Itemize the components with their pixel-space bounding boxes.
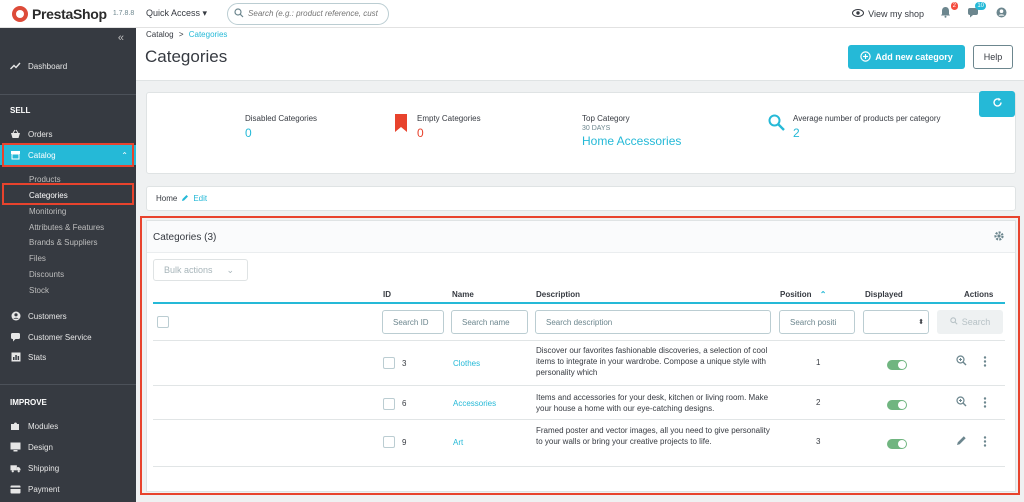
refresh-kpi-button[interactable]	[979, 91, 1015, 117]
kpi-label: Empty Categories	[417, 114, 481, 123]
edit-home-link[interactable]: Edit	[193, 194, 207, 203]
plus-circle-icon	[860, 50, 871, 64]
home-category-label: Home	[156, 194, 178, 203]
shopping-basket-icon	[10, 129, 21, 140]
kpi-average-products[interactable]: Average number of products per category …	[768, 114, 941, 140]
quick-access-dropdown[interactable]: Quick Access ▾	[146, 8, 207, 19]
logo-text: PrestaShop	[32, 5, 107, 22]
pencil-icon[interactable]	[181, 194, 189, 204]
user-avatar-icon	[996, 7, 1007, 21]
orders-count-badge: 2	[950, 1, 958, 10]
prestashop-logo-icon	[12, 5, 28, 22]
sidebar-item-design[interactable]: Design	[0, 438, 136, 456]
kpi-value: 0	[417, 126, 424, 140]
breadcrumb: Catalog > Categories	[146, 30, 227, 39]
sidebar-section-improve: IMPROVE	[10, 398, 47, 407]
kpi-value: 2	[793, 126, 800, 140]
sidebar-item-dashboard[interactable]: Dashboard	[0, 57, 136, 75]
page-title: Categories	[145, 47, 228, 66]
account-menu[interactable]	[994, 7, 1008, 21]
sidebar-label-customers: Customers	[28, 311, 67, 321]
categories-highlight-box	[2, 183, 134, 205]
breadcrumb-separator: >	[178, 30, 184, 39]
sidebar-item-customer-service[interactable]: Customer Service	[0, 328, 136, 346]
version-label: 1.7.8.8	[112, 10, 135, 17]
top-header: PrestaShop 1.7.8.8 Quick Access ▾ View m…	[0, 0, 1024, 28]
sidebar-item-modules[interactable]: Modules	[0, 417, 136, 435]
trending-up-icon	[10, 61, 21, 72]
customers-notification[interactable]: 10	[966, 1, 986, 21]
bar-chart-icon	[10, 352, 21, 363]
sidebar-subitem-stock[interactable]: Stock	[29, 286, 49, 295]
sidebar-label-dashboard: Dashboard	[28, 61, 68, 71]
breadcrumb-categories[interactable]: Categories	[189, 30, 228, 39]
orders-notification[interactable]: 2	[938, 1, 958, 21]
sidebar-subitem-files[interactable]: Files	[29, 254, 46, 263]
sidebar-label-customer-service: Customer Service	[28, 332, 92, 342]
desktop-icon	[10, 442, 21, 453]
sidebar-subitem-discounts[interactable]: Discounts	[29, 270, 64, 279]
sidebar-subitem-monitoring[interactable]: Monitoring	[29, 207, 66, 216]
collapse-sidebar-icon[interactable]: «	[118, 32, 124, 44]
user-circle-icon	[10, 311, 21, 322]
kpi-top-category[interactable]: Top Category 30 DAYS Home Accessories	[582, 114, 681, 148]
kpi-disabled-categories[interactable]: Disabled Categories 0	[245, 114, 317, 140]
kpi-empty-categories[interactable]: Empty Categories 0	[395, 114, 481, 140]
chat-bubble-icon	[10, 332, 21, 343]
search-input[interactable]	[248, 9, 379, 18]
kpi-value: Home Accessories	[582, 134, 682, 148]
kpi-bar: Disabled Categories 0 Empty Categories 0…	[146, 92, 1016, 174]
breadcrumb-catalog[interactable]: Catalog	[146, 30, 174, 39]
refresh-icon	[992, 97, 1003, 111]
sidebar-label-stats: Stats	[28, 352, 47, 362]
sidebar-item-orders[interactable]: Orders	[0, 125, 136, 143]
sidebar-label-shipping: Shipping	[28, 463, 60, 473]
sidebar-divider	[0, 94, 136, 95]
magnifier-icon	[768, 114, 785, 140]
sidebar-item-stats[interactable]: Stats	[0, 348, 136, 366]
view-my-shop-link[interactable]: View my shop	[852, 8, 924, 19]
prestashop-logo[interactable]: PrestaShop 1.7.8.8	[0, 5, 140, 22]
bookmark-icon	[395, 114, 407, 140]
sidebar-label-payment: Payment	[28, 484, 60, 494]
kpi-value: 0	[245, 126, 252, 140]
eye-icon	[852, 8, 865, 19]
customers-count-badge: 10	[975, 1, 986, 10]
category-breadcrumb-bar: Home Edit	[146, 186, 1016, 211]
bell-icon	[940, 6, 951, 21]
truck-icon	[10, 463, 21, 474]
sidebar-item-shipping[interactable]: Shipping	[0, 459, 136, 477]
add-new-category-label: Add new category	[875, 52, 953, 62]
sidebar-item-customers[interactable]: Customers	[0, 307, 136, 325]
add-new-category-button[interactable]: Add new category	[848, 45, 965, 69]
sidebar-label-orders: Orders	[28, 129, 53, 139]
help-button[interactable]: Help	[973, 45, 1013, 69]
puzzle-icon	[10, 421, 21, 432]
credit-card-icon	[10, 484, 21, 495]
catalog-highlight-box	[2, 143, 134, 167]
sidebar-divider	[0, 384, 136, 385]
sidebar-item-payment[interactable]: Payment	[0, 480, 136, 498]
kpi-sublabel: 30 DAYS	[582, 125, 611, 132]
sidebar-label-modules: Modules	[28, 421, 59, 431]
search-icon	[234, 7, 244, 20]
kpi-label: Top Category	[582, 114, 630, 123]
sidebar-subitem-attributes[interactable]: Attributes & Features	[29, 223, 104, 232]
sidebar-subitem-brands[interactable]: Brands & Suppliers	[29, 238, 97, 247]
sidebar-section-sell: SELL	[10, 106, 31, 115]
kpi-label: Average number of products per category	[793, 114, 941, 123]
kpi-label: Disabled Categories	[245, 114, 318, 123]
sidebar: « Dashboard SELL Orders Catalog ⌃ Produc…	[0, 28, 136, 502]
sidebar-label-design: Design	[28, 442, 53, 452]
categories-highlight-box	[140, 216, 1020, 495]
view-shop-label: View my shop	[868, 8, 924, 19]
search-box[interactable]	[227, 2, 390, 25]
